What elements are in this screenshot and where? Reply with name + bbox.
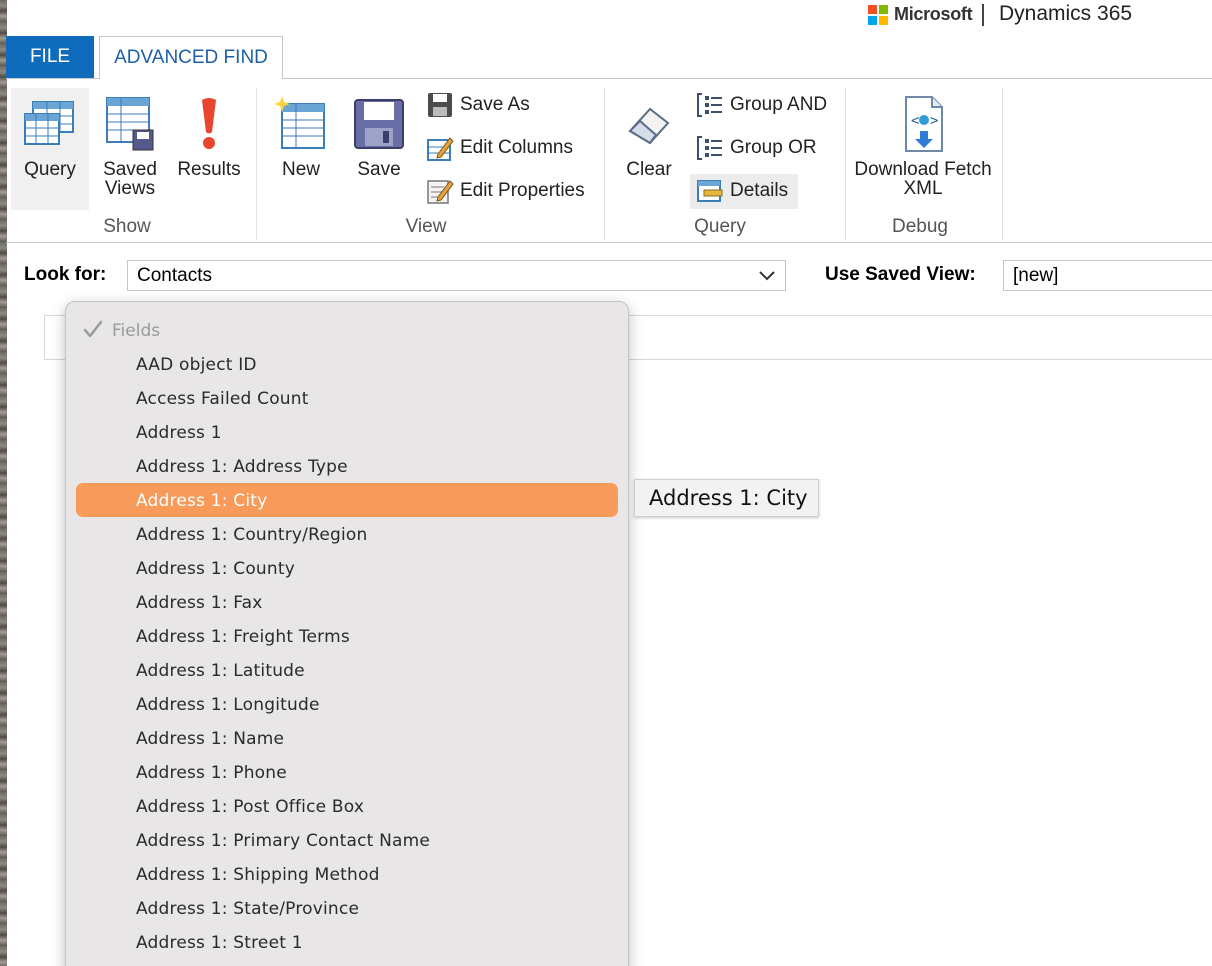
download-fetch-xml-label-line2: XML: [903, 178, 943, 199]
use-saved-view-select[interactable]: [new]: [1003, 260, 1212, 291]
new-view-icon: [273, 94, 329, 154]
group-or-label: Group OR: [730, 137, 817, 158]
download-xml-icon: < >: [895, 94, 951, 154]
svg-text:>: >: [930, 113, 938, 129]
download-fetch-xml-button[interactable]: < > Download Fetch XML: [850, 94, 996, 198]
look-for-label: Look for:: [24, 264, 107, 285]
group-divider: [604, 88, 605, 240]
group-or-button[interactable]: Group OR: [696, 133, 817, 163]
details-icon: [696, 177, 724, 205]
dropdown-item[interactable]: Address 1: Fax: [136, 588, 263, 618]
checkmark-icon: [82, 319, 104, 344]
save-as-icon: [426, 91, 454, 119]
look-for-select[interactable]: Contacts: [127, 260, 786, 291]
edit-properties-button[interactable]: Edit Properties: [426, 176, 585, 206]
new-label: New: [281, 159, 320, 180]
save-button[interactable]: Save: [346, 94, 412, 179]
fields-header-label: Fields: [112, 321, 161, 341]
tab-advanced-find[interactable]: ADVANCED FIND: [99, 36, 283, 79]
dropdown-item[interactable]: Address 1: County: [136, 554, 295, 584]
query-button[interactable]: Query: [16, 94, 84, 179]
desktop-background-strip: [0, 0, 7, 966]
save-label: Save: [357, 159, 401, 180]
details-label: Details: [730, 180, 789, 201]
company-name: Microsoft: [894, 4, 973, 24]
floppy-disk-icon: [351, 94, 407, 154]
fields-header: Fields: [82, 317, 160, 345]
group-divider: [845, 88, 846, 240]
tab-file[interactable]: FILE: [6, 36, 94, 78]
clear-label: Clear: [626, 159, 672, 180]
group-and-icon: [696, 91, 724, 119]
svg-text:<: <: [911, 113, 919, 129]
download-fetch-xml-label-line1: Download Fetch: [854, 159, 992, 180]
look-for-value: Contacts: [137, 264, 212, 286]
dropdown-item[interactable]: AAD object ID: [136, 350, 257, 380]
product-name: Dynamics 365: [999, 2, 1133, 25]
group-divider: [1002, 88, 1003, 240]
group-divider: [256, 88, 257, 240]
dropdown-item[interactable]: Address 1: Street 1: [136, 928, 303, 958]
dropdown-item[interactable]: Address 1: Country/Region: [136, 520, 368, 550]
group-label-view: View: [405, 216, 447, 237]
group-label-show: Show: [103, 216, 151, 237]
ribbon-top-border-left: [6, 78, 100, 79]
save-as-label: Save As: [460, 94, 530, 115]
brand-divider: [982, 4, 984, 26]
edit-columns-button[interactable]: Edit Columns: [426, 133, 573, 163]
edit-properties-icon: [426, 177, 454, 205]
use-saved-view-label: Use Saved View:: [825, 264, 976, 285]
dropdown-item[interactable]: Address 1: Freight Terms: [136, 622, 350, 652]
group-and-label: Group AND: [730, 94, 828, 115]
dropdown-item[interactable]: Address 1: Name: [136, 724, 284, 754]
chevron-down-icon: [757, 263, 777, 293]
edit-columns-label: Edit Columns: [460, 137, 573, 158]
use-saved-view-value: [new]: [1013, 264, 1059, 286]
clear-button[interactable]: Clear: [614, 94, 684, 179]
ribbon-top-border: [283, 78, 1212, 79]
query-button-label: Query: [24, 159, 76, 180]
saved-views-icon: [102, 94, 158, 154]
edit-properties-label: Edit Properties: [460, 180, 585, 201]
dropdown-item[interactable]: Address 1: Phone: [136, 758, 287, 788]
results-label: Results: [177, 159, 241, 180]
group-label-debug: Debug: [892, 216, 948, 237]
save-as-button[interactable]: Save As: [426, 90, 530, 120]
tooltip: Address 1: City: [634, 479, 819, 517]
dropdown-item[interactable]: Address 1: State/Province: [136, 894, 359, 924]
dropdown-item[interactable]: Access Failed Count: [136, 384, 309, 414]
dropdown-item[interactable]: Address 1: Shipping Method: [136, 860, 380, 890]
fields-dropdown-menu[interactable]: Fields AAD object ID Access Failed Count A…: [65, 301, 629, 966]
dropdown-item[interactable]: Address 1: [136, 418, 222, 448]
ribbon-bottom-border: [6, 242, 1212, 243]
dropdown-item[interactable]: Address 1: Address Type: [136, 452, 348, 482]
new-button[interactable]: New: [268, 94, 334, 179]
dropdown-item[interactable]: Address 1: Longitude: [136, 690, 320, 720]
saved-views-label: Saved Views: [103, 159, 157, 199]
group-or-icon: [696, 134, 724, 162]
details-button[interactable]: Details: [696, 176, 788, 206]
query-grid-icon: [22, 94, 78, 154]
saved-views-button[interactable]: Saved Views: [96, 94, 164, 198]
edit-columns-icon: [426, 134, 454, 162]
exclamation-icon: [181, 94, 237, 154]
dropdown-item[interactable]: Address 1: Primary Contact Name: [136, 826, 430, 856]
dropdown-item[interactable]: Address 1: Latitude: [136, 656, 305, 686]
dropdown-item[interactable]: Address 1: Post Office Box: [136, 792, 364, 822]
dropdown-item[interactable]: Address 1: City: [136, 486, 267, 516]
results-button[interactable]: Results: [174, 94, 244, 179]
microsoft-logo-icon: [868, 5, 888, 25]
group-label-query: Query: [694, 216, 746, 237]
eraser-icon: [621, 94, 677, 154]
group-and-button[interactable]: Group AND: [696, 90, 827, 120]
